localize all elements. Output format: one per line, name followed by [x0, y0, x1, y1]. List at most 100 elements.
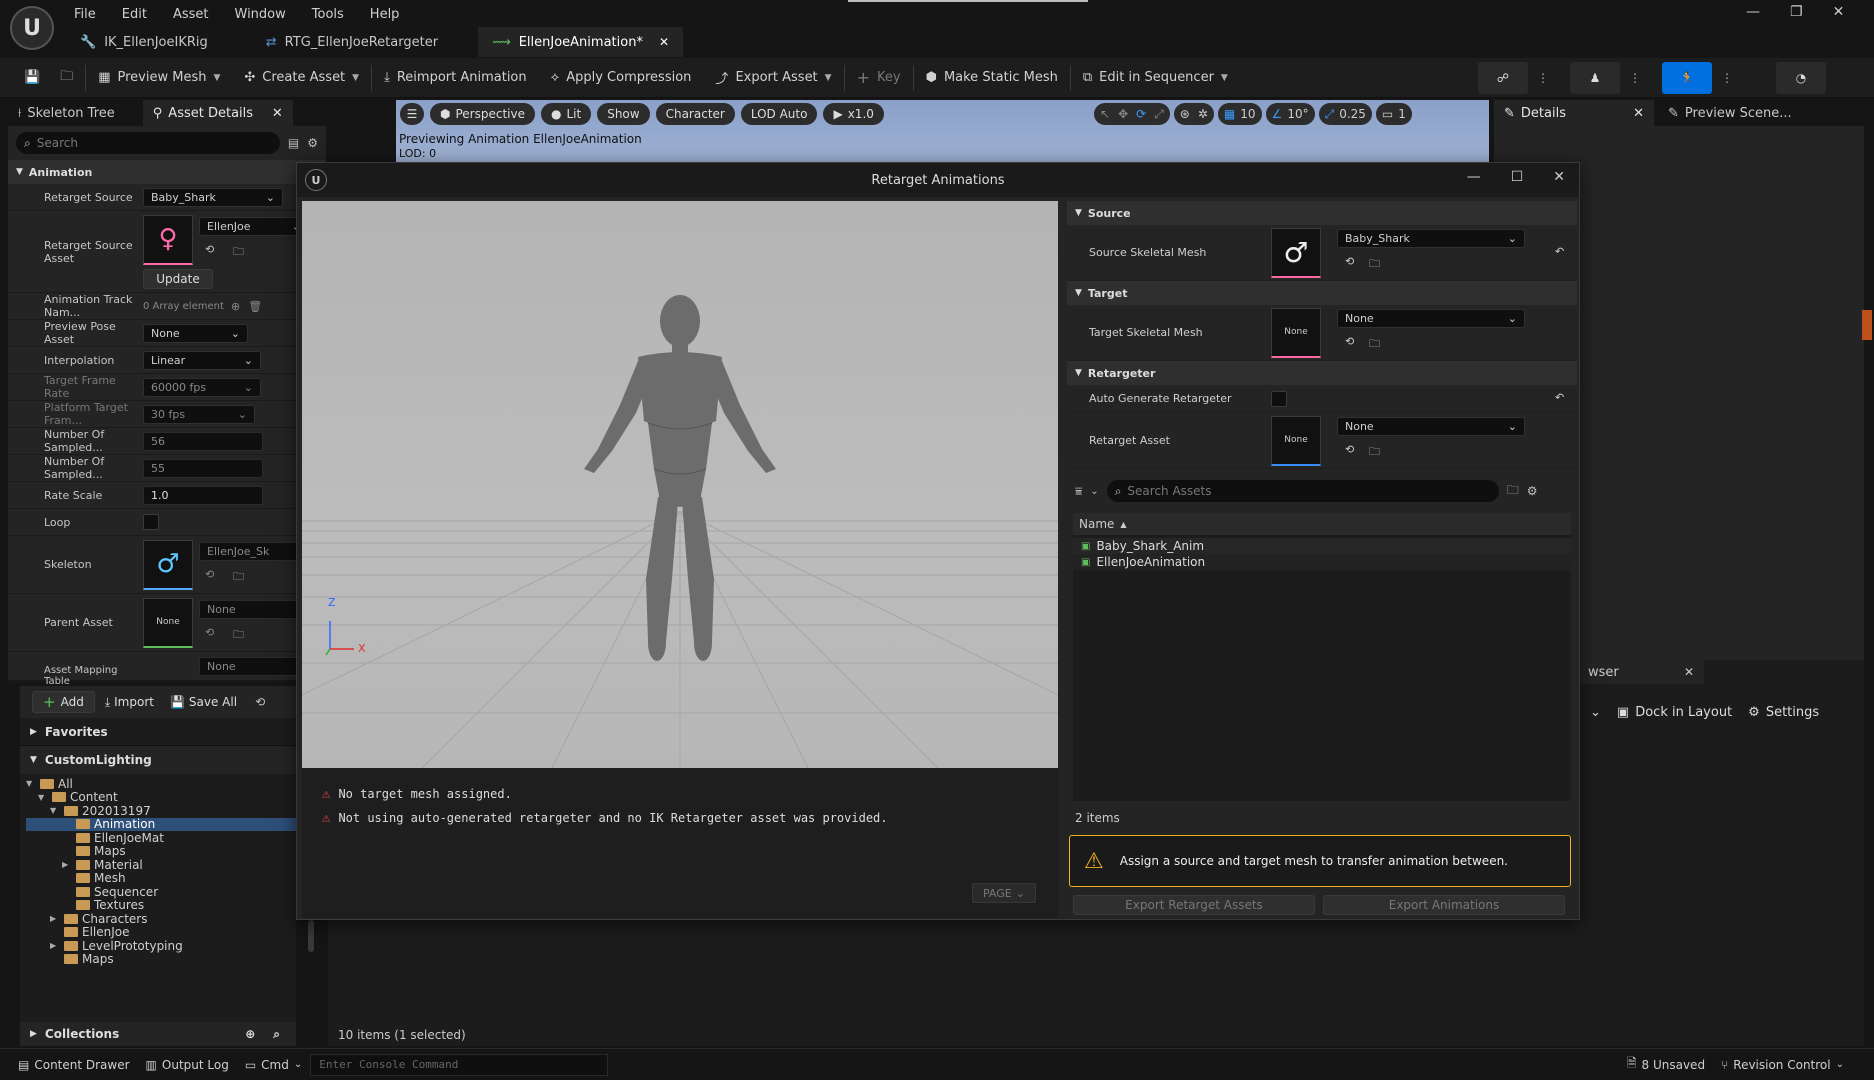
chevron-right-icon[interactable]: ▶ [50, 914, 60, 923]
target-section-header[interactable]: ▼ Target [1067, 281, 1577, 305]
angle-snap[interactable]: ∠ 10° [1265, 103, 1315, 125]
reset-icon[interactable]: ↶ [1555, 391, 1564, 404]
add-button[interactable]: + Add [32, 691, 95, 713]
hamburger-icon[interactable]: ☰ [400, 103, 424, 125]
menu-tools[interactable]: Tools [312, 7, 344, 22]
minimize-icon[interactable]: — [1746, 4, 1760, 20]
viewport[interactable]: ☰ ⬢ Perspective ● Lit Show Character LOD A… [396, 100, 1489, 162]
close-icon[interactable]: ✕ [1553, 169, 1565, 185]
folder-tree-item[interactable]: Animation [26, 817, 296, 831]
folder-tree-item[interactable]: ▶ Material [26, 858, 296, 872]
tab-details[interactable]: ✎ Details ✕ [1494, 100, 1654, 126]
source-mesh-dropdown[interactable]: Baby_Shark ⌄ [1337, 229, 1525, 248]
source-mesh-thumbnail[interactable]: ♂ [1271, 227, 1321, 278]
chevron-down-icon[interactable]: ▼ [26, 779, 36, 788]
lit-button[interactable]: ● Lit [540, 103, 592, 125]
skeleton-mode-icon[interactable]: ☍ [1478, 62, 1528, 94]
retargeter-section-header[interactable]: ▼ Retargeter [1067, 361, 1577, 385]
physics-mode-icon[interactable]: ◔ [1776, 62, 1826, 94]
update-button[interactable]: Update [143, 268, 213, 289]
folder-tree-item[interactable]: Sequencer [26, 885, 296, 899]
menu-edit[interactable]: Edit [122, 7, 147, 22]
minimize-icon[interactable]: — [1467, 169, 1481, 185]
tab-close-icon[interactable]: ✕ [659, 35, 669, 49]
select-icon[interactable]: ↖ [1100, 107, 1110, 121]
trash-icon[interactable]: 🗑 [248, 300, 262, 313]
export-asset-button[interactable]: ⤴ Export Asset ▼ [703, 58, 843, 98]
search-input[interactable]: ⌕ Search [16, 132, 280, 154]
rate-scale-field[interactable]: 1.0 [143, 485, 263, 505]
folder-tree-item[interactable]: ▼ Content [26, 790, 296, 804]
retarget-preview-viewport[interactable]: Z X [302, 201, 1058, 768]
rotate-icon[interactable]: ⟳ [1136, 107, 1146, 121]
show-button[interactable]: Show [597, 103, 650, 125]
edit-in-sequencer-button[interactable]: ⧉ Edit in Sequencer ▼ [1071, 58, 1240, 98]
use-selected-icon[interactable]: ⟲ [1345, 443, 1354, 456]
import-button[interactable]: ⤓ Import [105, 695, 154, 710]
settings-button[interactable]: ⚙ Settings [1748, 705, 1819, 720]
folder-tree-item[interactable]: Maps [26, 952, 296, 966]
unsaved-button[interactable]: 🗎 8 Unsaved [1619, 1050, 1713, 1080]
folder-tree-item[interactable]: ▶ LevelPrototyping [26, 939, 296, 953]
scrollbar[interactable] [308, 920, 314, 952]
more-icon[interactable]: ⋮ [1628, 71, 1642, 85]
auto-generate-checkbox[interactable] [1271, 390, 1287, 407]
console-input[interactable]: Enter Console Command [310, 1053, 609, 1076]
create-asset-button[interactable]: ✣ Create Asset ▼ [232, 58, 371, 98]
reset-icon[interactable]: ↶ [1555, 245, 1564, 258]
menu-window[interactable]: Window [235, 7, 286, 22]
preview-pose-dropdown[interactable]: None ⌄ [143, 323, 248, 343]
tab-close-icon[interactable]: ✕ [1633, 106, 1644, 121]
add-collection-icon[interactable]: ⊕ [245, 1027, 255, 1041]
browse-icon[interactable]: 🗀 [1369, 255, 1380, 274]
make-static-mesh-button[interactable]: ⬢ Make Static Mesh [914, 58, 1070, 98]
tab-close-icon[interactable]: ✕ [1684, 665, 1694, 679]
menu-asset[interactable]: Asset [173, 7, 209, 22]
asset-search-input[interactable]: ⌕ Search Assets [1106, 480, 1499, 502]
target-mesh-dropdown[interactable]: None ⌄ [1337, 309, 1525, 328]
tab-preview-scene[interactable]: ✎ Preview Scene... [1658, 100, 1802, 126]
character-button[interactable]: Character [655, 103, 735, 125]
browse-icon[interactable]: 🗀 [1369, 443, 1380, 462]
search-icon[interactable]: ⌕ [273, 1027, 280, 1042]
favorites-header[interactable]: ▶ Favorites [20, 718, 296, 746]
parent-asset-thumbnail[interactable]: None [143, 597, 193, 648]
retarget-asset-thumbnail[interactable]: None [1271, 415, 1321, 466]
save-icon[interactable]: 💾 [0, 58, 48, 98]
list-item[interactable]: ▣ EllenJoeAnimation [1073, 554, 1571, 570]
folder-tree-item[interactable]: ▼ All [26, 777, 296, 791]
use-selected-icon[interactable]: ⟲ [205, 568, 214, 581]
cmd-dropdown[interactable]: ▭ Cmd ⌄ [237, 1050, 310, 1080]
lod-button[interactable]: LOD Auto [740, 103, 818, 125]
apply-compression-button[interactable]: ⟡ Apply Compression [539, 58, 704, 98]
menu-file[interactable]: File [74, 7, 96, 22]
browse-icon[interactable]: 🗀 [48, 58, 85, 98]
folder-tree-item[interactable]: Textures [26, 898, 296, 912]
globe-icon[interactable]: ⊛ [1180, 107, 1190, 121]
preview-mesh-button[interactable]: ▦ Preview Mesh ▼ [86, 58, 232, 98]
folder-tree-item[interactable]: EllenJoe [26, 925, 296, 939]
reimport-button[interactable]: ⤓ Reimport Animation [372, 58, 539, 98]
name-column-header[interactable]: Name ▲ [1073, 513, 1571, 535]
page-button[interactable]: PAGE ⌄ [972, 883, 1036, 903]
source-section-header[interactable]: ▼ Source [1067, 201, 1577, 225]
tab-asset-details[interactable]: ⚲ Asset Details ✕ [142, 100, 293, 126]
browse-icon[interactable]: 🗀 [233, 568, 244, 587]
skeleton-thumbnail[interactable]: ♂ [143, 539, 193, 590]
export-animations-button[interactable]: Export Animations [1323, 895, 1565, 915]
content-browser-tab[interactable]: wser ✕ [1578, 660, 1704, 684]
retarget-source-dropdown[interactable]: Baby_Shark ⌄ [143, 187, 283, 207]
browse-icon[interactable]: 🗀 [233, 243, 244, 262]
pink-character-thumbnail[interactable]: ♀ [143, 214, 193, 265]
folder-tree-item[interactable]: EllenJoeMat [26, 831, 296, 845]
folder-tree-item[interactable]: Maps [26, 844, 296, 858]
interpolation-dropdown[interactable]: Linear ⌄ [143, 350, 261, 370]
gear-icon[interactable]: ⚙ [307, 136, 318, 150]
table-view-icon[interactable]: ▤ [288, 136, 299, 150]
browse-icon[interactable]: 🗀 [1369, 335, 1380, 354]
chevron-right-icon[interactable]: ▶ [62, 860, 72, 869]
browse-icon[interactable]: 🗀 [233, 626, 244, 645]
use-selected-icon[interactable]: ⟲ [205, 243, 214, 256]
maximize-icon[interactable]: ☐ [1511, 169, 1524, 185]
revision-control-button[interactable]: ⑂ Revision Control ⌄ [1713, 1050, 1852, 1080]
